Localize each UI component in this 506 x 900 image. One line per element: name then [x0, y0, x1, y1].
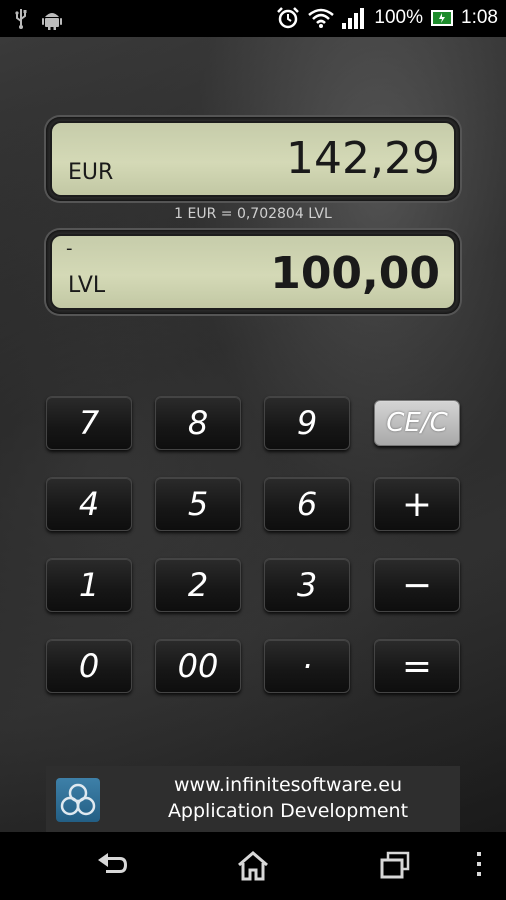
banner-url: www.infinitesoftware.eu	[173, 774, 403, 796]
ad-banner[interactable]: www.infinitesoftware.eu Application Deve…	[46, 766, 460, 832]
usb-icon	[14, 8, 28, 30]
navigation-bar	[0, 832, 506, 900]
target-display[interactable]: - LVL 100,00	[46, 230, 460, 314]
key-1[interactable]: 1	[46, 558, 132, 612]
wifi-icon	[308, 7, 335, 29]
infinite-software-logo-icon	[56, 778, 100, 822]
android-icon	[42, 8, 62, 30]
target-currency: LVL	[68, 273, 106, 298]
key-5[interactable]: 5	[155, 477, 241, 531]
target-lcd: - LVL 100,00	[50, 234, 456, 310]
banner-tagline: Application Development	[167, 800, 409, 822]
key-9[interactable]: 9	[264, 396, 350, 450]
back-icon[interactable]	[94, 850, 130, 884]
key-8[interactable]: 8	[155, 396, 241, 450]
menu-icon[interactable]	[474, 850, 484, 884]
target-value: 100,00	[270, 248, 440, 299]
exchange-rate: 1 EUR = 0,702804 LVL	[174, 206, 332, 222]
target-sign: -	[66, 238, 73, 259]
status-bar: 100% 1:08	[0, 0, 506, 37]
key-00[interactable]: 00	[155, 639, 241, 693]
source-display[interactable]: EUR 142,29	[46, 117, 460, 201]
plus-button[interactable]: +	[374, 477, 460, 531]
battery-percent: 100%	[374, 7, 424, 28]
recent-apps-icon[interactable]	[378, 850, 412, 884]
signal-icon	[342, 7, 366, 29]
key-2[interactable]: 2	[155, 558, 241, 612]
minus-button[interactable]: −	[374, 558, 460, 612]
alarm-icon	[276, 6, 300, 30]
equals-button[interactable]: =	[374, 639, 460, 693]
source-lcd: EUR 142,29	[50, 121, 456, 197]
key-6[interactable]: 6	[264, 477, 350, 531]
banner-text: www.infinitesoftware.eu Application Deve…	[116, 772, 460, 824]
key-3[interactable]: 3	[264, 558, 350, 612]
clear-button-label: CE/C	[386, 408, 448, 438]
source-currency: EUR	[68, 160, 114, 185]
converter-app: EUR 142,29 1 EUR = 0,702804 LVL - LVL 10…	[0, 37, 506, 832]
key-0[interactable]: 0	[46, 639, 132, 693]
source-value: 142,29	[286, 133, 440, 184]
decimal-point-button[interactable]: ·	[264, 639, 350, 693]
clear-button[interactable]: CE/C	[374, 400, 460, 446]
key-7[interactable]: 7	[46, 396, 132, 450]
clock: 1:08	[461, 7, 498, 28]
home-icon[interactable]	[236, 850, 270, 886]
battery-charging-icon	[431, 9, 454, 27]
key-4[interactable]: 4	[46, 477, 132, 531]
